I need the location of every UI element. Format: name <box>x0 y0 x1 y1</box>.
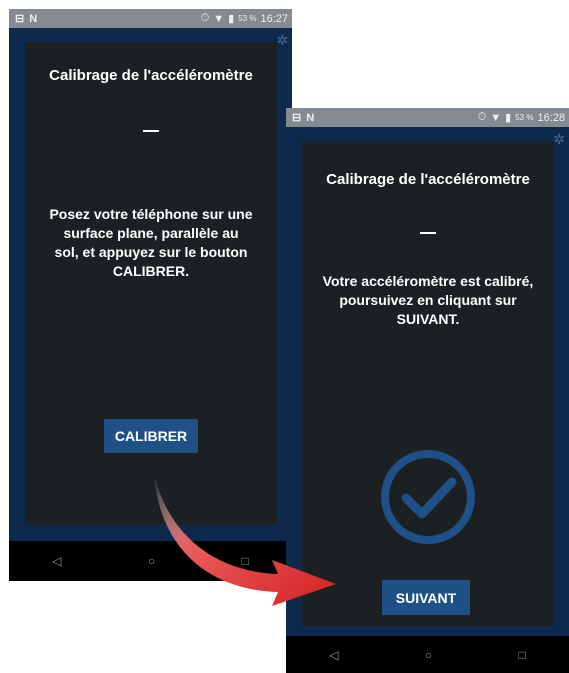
dialog-message: Votre accéléromètre est calibré, poursui… <box>322 273 534 327</box>
alarm-icon: ⏱ <box>200 12 210 24</box>
navigation-bar: ◁ ○ □ <box>286 636 569 673</box>
battery-percent: 53 % <box>238 14 257 23</box>
status-time: 16:27 <box>260 12 288 25</box>
dialog-title: Calibrage de l'accéléromètre <box>49 67 253 84</box>
transition-arrow <box>154 474 336 606</box>
dialog-message: Posez votre téléphone sur une surface pl… <box>49 206 253 279</box>
calibrate-button[interactable]: CALIBRER <box>104 419 198 453</box>
calibration-dialog: Calibrage de l'accéléromètre Posez votre… <box>25 42 277 525</box>
alarm-icon: ⏱ <box>477 111 487 123</box>
dialog-title: Calibrage de l'accéléromètre <box>326 171 530 188</box>
battery-icon: ▮ <box>505 112 512 124</box>
puzzle-icon: ✲ <box>553 131 565 147</box>
status-notification-icons: ⊟ N <box>15 13 39 25</box>
status-bar: ⊟ N ⏱ ▼ ▮ 53 % 16:28 <box>286 108 569 127</box>
back-icon[interactable]: ◁ <box>52 554 61 568</box>
check-circle-icon <box>381 450 475 544</box>
next-button[interactable]: SUIVANT <box>382 580 470 615</box>
back-icon[interactable]: ◁ <box>329 648 338 662</box>
puzzle-icon: ✲ <box>276 32 288 48</box>
status-bar: ⊟ N ⏱ ▼ ▮ 53 % 16:27 <box>9 9 292 28</box>
home-icon[interactable]: ○ <box>425 648 432 662</box>
divider-dash <box>420 232 436 234</box>
status-notification-icons: ⊟ N <box>292 112 316 124</box>
status-time: 16:28 <box>537 111 565 124</box>
divider-dash <box>143 130 159 132</box>
battery-icon: ▮ <box>228 13 235 25</box>
wifi-icon: ▼ <box>490 111 502 124</box>
battery-percent: 53 % <box>515 113 534 122</box>
wifi-icon: ▼ <box>213 12 225 25</box>
recent-apps-icon[interactable]: □ <box>519 648 526 662</box>
